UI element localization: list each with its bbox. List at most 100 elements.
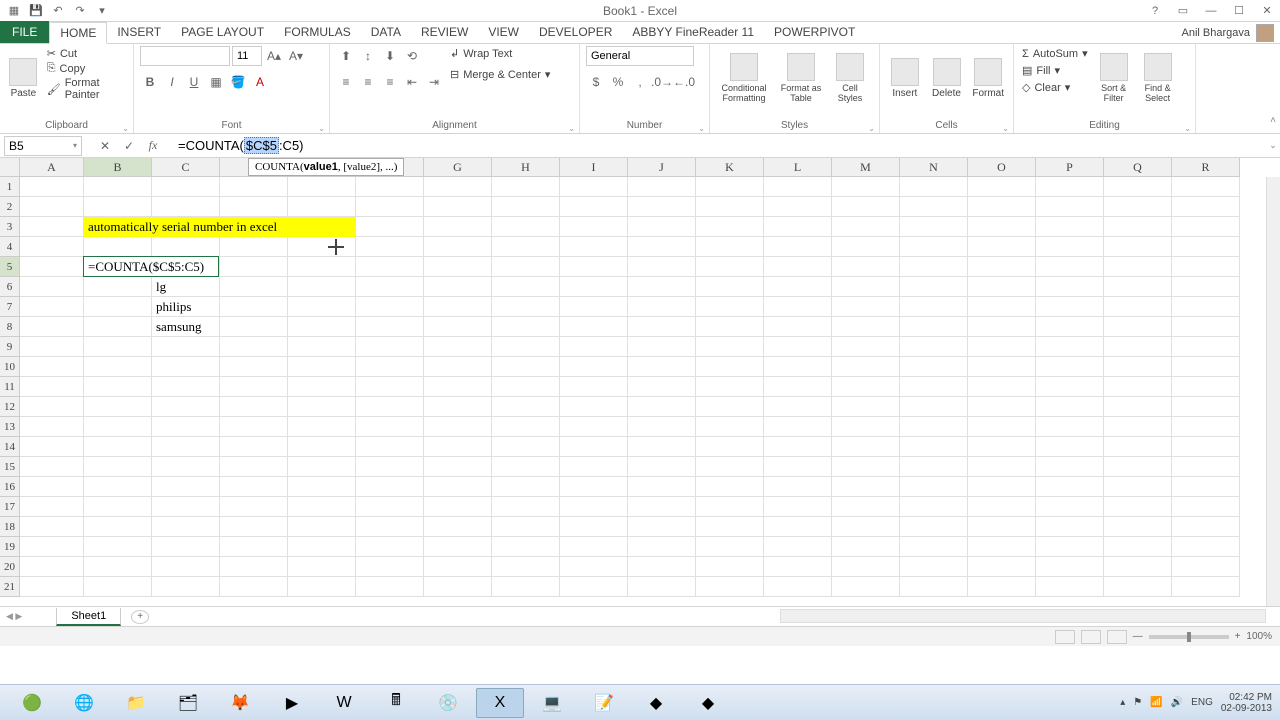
cell-Q5[interactable]: [1104, 257, 1172, 277]
format-painter-button[interactable]: 🖌 Format Painter: [45, 76, 127, 102]
col-header-H[interactable]: H: [492, 158, 560, 177]
tab-insert[interactable]: INSERT: [107, 21, 171, 43]
cell-F20[interactable]: [356, 557, 424, 577]
cell-R5[interactable]: [1172, 257, 1240, 277]
cell-O6[interactable]: [968, 277, 1036, 297]
cell-L2[interactable]: [764, 197, 832, 217]
cell-G16[interactable]: [424, 477, 492, 497]
cell-P7[interactable]: [1036, 297, 1104, 317]
align-center-icon[interactable]: ≡: [358, 72, 378, 92]
cell-D13[interactable]: [220, 417, 288, 437]
row-header-6[interactable]: 6: [0, 277, 20, 297]
cell-P2[interactable]: [1036, 197, 1104, 217]
row-header-13[interactable]: 13: [0, 417, 20, 437]
cell-N17[interactable]: [900, 497, 968, 517]
cell-C21[interactable]: [152, 577, 220, 597]
col-header-Q[interactable]: Q: [1104, 158, 1172, 177]
cell-I14[interactable]: [560, 437, 628, 457]
increase-indent-icon[interactable]: ⇥: [424, 72, 444, 92]
view-pagebreak-icon[interactable]: [1107, 630, 1127, 644]
cell-A13[interactable]: [20, 417, 84, 437]
cell-P12[interactable]: [1036, 397, 1104, 417]
cell-F18[interactable]: [356, 517, 424, 537]
cell-A1[interactable]: [20, 177, 84, 197]
cell-C13[interactable]: [152, 417, 220, 437]
cell-O21[interactable]: [968, 577, 1036, 597]
cell-F1[interactable]: [356, 177, 424, 197]
cell-H5[interactable]: [492, 257, 560, 277]
cell-J11[interactable]: [628, 377, 696, 397]
cell-A11[interactable]: [20, 377, 84, 397]
cell-M20[interactable]: [832, 557, 900, 577]
formula-input[interactable]: =COUNTA($C$5:C5): [172, 136, 1266, 156]
cell-K5[interactable]: [696, 257, 764, 277]
cell-K15[interactable]: [696, 457, 764, 477]
tab-home[interactable]: HOME: [49, 22, 107, 44]
undo-icon[interactable]: ↶: [48, 2, 68, 20]
cell-M13[interactable]: [832, 417, 900, 437]
cell-M1[interactable]: [832, 177, 900, 197]
delete-cells-button[interactable]: Delete: [928, 46, 966, 110]
cell-L14[interactable]: [764, 437, 832, 457]
cell-E10[interactable]: [288, 357, 356, 377]
cell-A15[interactable]: [20, 457, 84, 477]
cell-M21[interactable]: [832, 577, 900, 597]
cell-R8[interactable]: [1172, 317, 1240, 337]
cell-M5[interactable]: [832, 257, 900, 277]
cell-N9[interactable]: [900, 337, 968, 357]
clear-button[interactable]: ◇ Clear ▾: [1020, 80, 1090, 95]
cell-C10[interactable]: [152, 357, 220, 377]
cell-G14[interactable]: [424, 437, 492, 457]
cell-I10[interactable]: [560, 357, 628, 377]
cell-H19[interactable]: [492, 537, 560, 557]
cell-I6[interactable]: [560, 277, 628, 297]
cell-M17[interactable]: [832, 497, 900, 517]
cell-M19[interactable]: [832, 537, 900, 557]
font-name-select[interactable]: [140, 46, 230, 66]
cell-R17[interactable]: [1172, 497, 1240, 517]
row-header-21[interactable]: 21: [0, 577, 20, 597]
cell-O20[interactable]: [968, 557, 1036, 577]
cell-L20[interactable]: [764, 557, 832, 577]
cell-M14[interactable]: [832, 437, 900, 457]
collapse-ribbon-icon[interactable]: ˄: [1270, 115, 1276, 126]
ribbon-opts-icon[interactable]: ▭: [1170, 2, 1196, 20]
tab-developer[interactable]: DEVELOPER: [529, 21, 622, 43]
cell-C14[interactable]: [152, 437, 220, 457]
cell-D21[interactable]: [220, 577, 288, 597]
app-icon-1[interactable]: 🗂: [164, 688, 212, 718]
tab-powerpivot[interactable]: POWERPIVOT: [764, 21, 865, 43]
cell-J4[interactable]: [628, 237, 696, 257]
cell-L19[interactable]: [764, 537, 832, 557]
cell-F10[interactable]: [356, 357, 424, 377]
align-middle-icon[interactable]: ↕: [358, 46, 378, 66]
cell-F5[interactable]: [356, 257, 424, 277]
cell-N8[interactable]: [900, 317, 968, 337]
cell-L12[interactable]: [764, 397, 832, 417]
tab-review[interactable]: REVIEW: [411, 21, 478, 43]
cell-B18[interactable]: [84, 517, 152, 537]
cell-N16[interactable]: [900, 477, 968, 497]
cell-A8[interactable]: [20, 317, 84, 337]
row-header-19[interactable]: 19: [0, 537, 20, 557]
cell-E21[interactable]: [288, 577, 356, 597]
cell-F4[interactable]: [356, 237, 424, 257]
cell-F8[interactable]: [356, 317, 424, 337]
cell-F11[interactable]: [356, 377, 424, 397]
cell-B12[interactable]: [84, 397, 152, 417]
excel-icon[interactable]: ▦: [4, 2, 24, 20]
cell-K20[interactable]: [696, 557, 764, 577]
cell-P15[interactable]: [1036, 457, 1104, 477]
cell-E4[interactable]: [288, 237, 356, 257]
cell-O13[interactable]: [968, 417, 1036, 437]
cut-button[interactable]: ✂ Cut: [45, 46, 127, 61]
cell-B15[interactable]: [84, 457, 152, 477]
cell-E17[interactable]: [288, 497, 356, 517]
cell-D18[interactable]: [220, 517, 288, 537]
format-as-table-button[interactable]: Format as Table: [776, 46, 826, 110]
cell-O17[interactable]: [968, 497, 1036, 517]
cell-A4[interactable]: [20, 237, 84, 257]
cell-Q14[interactable]: [1104, 437, 1172, 457]
cell-P4[interactable]: [1036, 237, 1104, 257]
notepad-icon[interactable]: 📝: [580, 688, 628, 718]
